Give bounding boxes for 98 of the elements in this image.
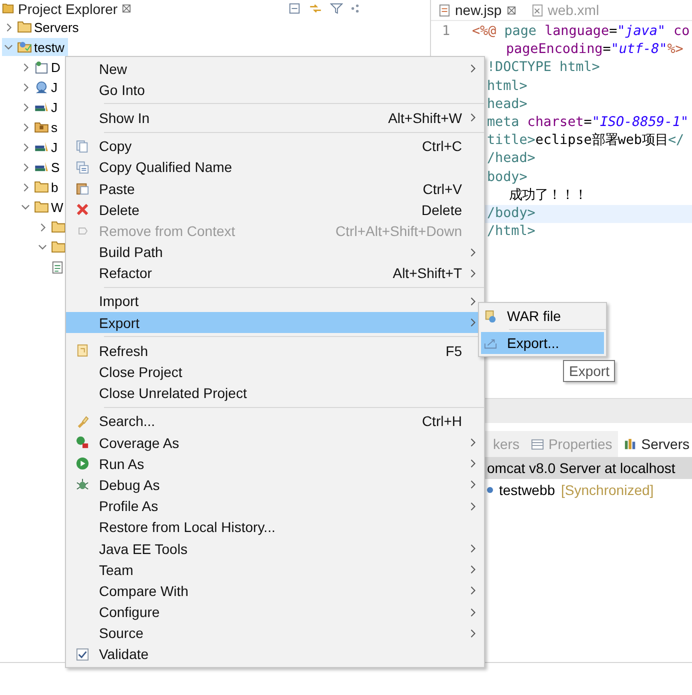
menu-dots-icon[interactable] [351,4,360,13]
chevron-icon[interactable] [22,142,28,152]
books-icon [34,102,49,112]
menu-item[interactable]: Team [66,559,484,580]
code-line: html> [487,78,528,96]
xml-file-icon [532,4,543,16]
menu-item[interactable]: Go Into [66,79,484,100]
chevron-icon[interactable] [22,122,28,132]
menu-item[interactable]: Close Project [66,361,484,383]
close-icon[interactable] [506,6,516,14]
clipboard-icon [76,182,89,196]
menu-item[interactable]: Refactor Alt+Shift+T [66,262,484,284]
tree-item[interactable]: J [19,138,62,156]
code-line: /body> [487,204,536,223]
code-line: pageEncoding="utf-8"%> [506,41,684,60]
servers-icon [624,438,638,450]
line-number: 1 [440,23,450,41]
coverage-icon [76,436,89,450]
package-folder-icon [34,122,49,132]
code-line: <%@ page language="java" co [472,23,690,41]
books-icon [34,142,49,152]
menu-item[interactable]: Export... [481,332,604,354]
chevron-icon[interactable] [38,244,47,250]
tree-item[interactable]: b [19,178,62,196]
menu-item[interactable]: Restore from Local History... [66,516,484,538]
export-icon [484,336,497,350]
code-line: /head> [487,150,536,168]
table-icon [531,438,544,450]
filter-icon[interactable] [330,2,343,15]
chevron-icon[interactable] [40,222,46,232]
code-line: body> [487,168,528,186]
folder-icon [51,241,66,253]
folder-icon [17,21,32,33]
menu-item[interactable]: Source [66,622,484,644]
menu-item[interactable]: Delete Delete [66,199,484,220]
menu-item[interactable]: Refresh F5 [66,340,484,362]
tree-item[interactable]: s [19,118,62,136]
chevron-icon[interactable] [6,22,12,32]
menu-item[interactable]: Copy Ctrl+C [66,136,484,157]
code-line: title>eclipse部署web项目</ [487,132,684,150]
code-line: !DOCTYPE html> [487,59,600,78]
tree-item[interactable]: Servers [2,18,83,36]
menu-item[interactable]: Coverage As [66,432,484,454]
tree-item[interactable]: S [19,158,64,176]
remove-icon [78,226,88,235]
file-icon [51,260,64,274]
menu-item[interactable]: Search... Ctrl+H [66,410,484,432]
chevron-icon[interactable] [22,82,28,92]
chevron-icon[interactable] [21,204,30,210]
archive-icon [484,310,497,322]
tree-item[interactable]: J [19,98,62,116]
chevron-icon[interactable] [4,44,13,50]
delete-icon [76,203,89,216]
refresh-icon [76,344,89,358]
chevron-icon[interactable] [22,182,28,192]
view-tab[interactable]: Servers [618,431,692,457]
folder-icon [34,181,49,193]
collapse-icon[interactable] [288,2,301,15]
globe-icon [34,80,49,94]
menu-item[interactable]: Compare With [66,580,484,602]
tooltip: Export [563,360,616,382]
tree-item[interactable]: J [19,78,62,96]
code-line: /html> [487,223,536,242]
menu-item[interactable]: Configure [66,602,484,623]
tree-item[interactable]: D [19,58,64,76]
bug-icon [76,478,89,492]
close-icon[interactable] [122,4,131,13]
project-icon [17,41,32,53]
menu-item[interactable]: Validate [66,644,484,666]
view-tab[interactable]: Project Explorer [2,0,131,16]
menu-item[interactable]: Paste Ctrl+V [66,178,484,200]
chevron-icon[interactable] [22,102,28,112]
menu-item[interactable]: Close Unrelated Project [66,382,484,404]
tree-item[interactable]: W [19,198,68,216]
chevron-icon[interactable] [22,162,28,172]
books-icon [34,162,49,172]
code-line: head> [487,96,528,114]
copy-icon [76,160,89,174]
menu-item[interactable]: Copy Qualified Name [66,156,484,178]
copy-icon [76,140,89,153]
folder-icon [34,201,49,213]
menu-item[interactable]: Build Path [66,242,484,263]
document-icon [439,4,450,16]
folder-icon [2,3,14,14]
link-icon[interactable] [309,4,322,13]
menu-item[interactable]: Java EE Tools [66,538,484,560]
menu-item[interactable]: Show In Alt+Shift+W [66,107,484,129]
code-line: 成功了！！！ [509,186,587,205]
chevron-icon[interactable] [22,62,28,72]
flashlight-icon [76,414,89,428]
run-icon [76,457,89,470]
menu-item[interactable]: New [66,58,484,80]
module-icon [487,487,493,493]
tree-item[interactable]: testw [2,38,68,56]
folder-icon [51,221,66,233]
editor-tab[interactable]: new.jsp [431,0,524,20]
code-line: meta charset="ISO-8859-1" [487,114,689,132]
descriptor-icon [34,60,49,74]
